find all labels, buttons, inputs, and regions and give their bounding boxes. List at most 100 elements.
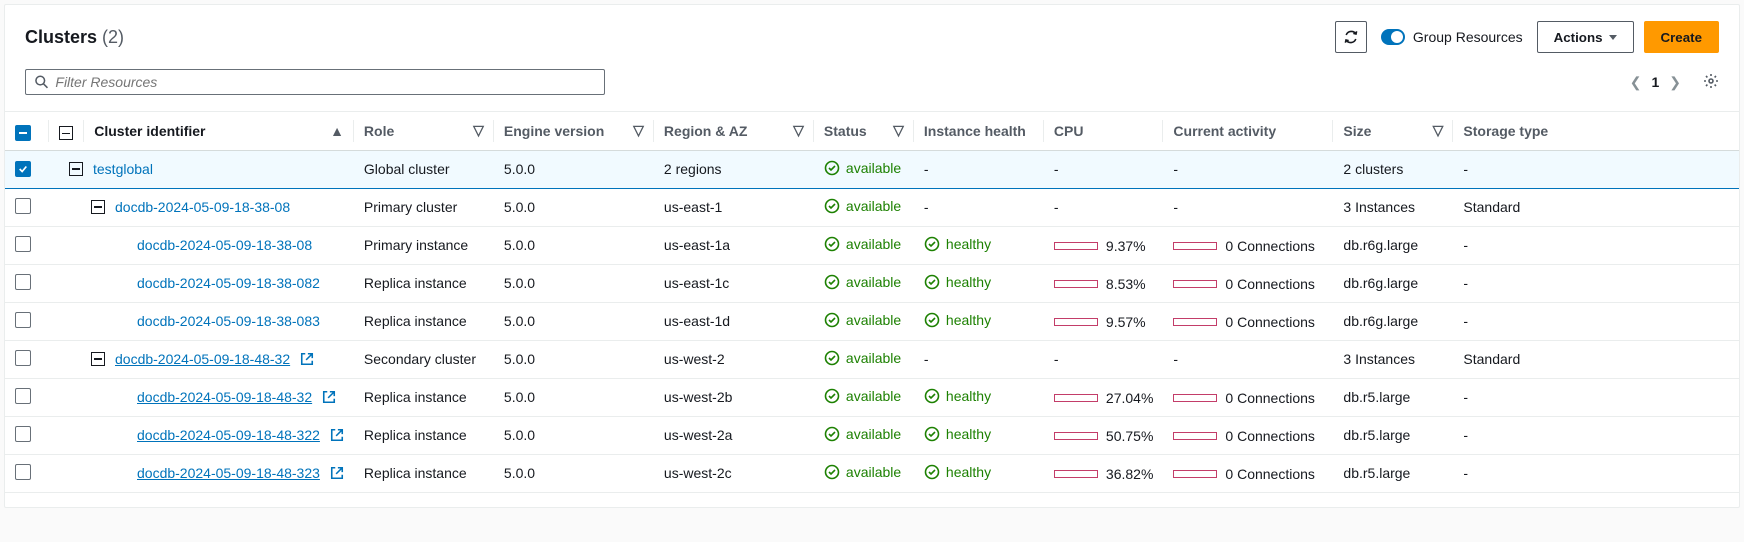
size-cell: 3 Instances — [1333, 188, 1453, 226]
panel-header: Clusters (2) Group Resources Actions Cre… — [5, 5, 1739, 61]
role-cell: Primary cluster — [354, 188, 494, 226]
next-page-button[interactable]: ❯ — [1669, 74, 1681, 91]
status-badge: available — [824, 388, 901, 404]
cluster-link[interactable]: docdb-2024-05-09-18-48-322 — [137, 427, 320, 443]
table-row[interactable]: docdb-2024-05-09-18-48-32 Replica instan… — [5, 378, 1739, 416]
role-cell: Secondary cluster — [354, 340, 494, 378]
cluster-link[interactable]: docdb-2024-05-09-18-48-32 — [137, 389, 312, 405]
health-cell: - — [914, 150, 1044, 188]
row-checkbox[interactable] — [15, 198, 31, 214]
cpu-cell: 9.37% — [1044, 226, 1163, 264]
cluster-link[interactable]: docdb-2024-05-09-18-38-083 — [137, 313, 320, 329]
horizontal-scrollbar[interactable] — [5, 493, 1739, 507]
cluster-link[interactable]: docdb-2024-05-09-18-48-323 — [137, 465, 320, 481]
table-row[interactable]: docdb-2024-05-09-18-38-08 Primary cluster… — [5, 188, 1739, 226]
create-button[interactable]: Create — [1644, 21, 1720, 53]
table-row[interactable]: docdb-2024-05-09-18-38-083Replica instan… — [5, 302, 1739, 340]
col-role[interactable]: Role — [364, 123, 394, 139]
clusters-table: Cluster identifier▲ Role▽ Engine version… — [5, 112, 1739, 493]
table-row[interactable]: docdb-2024-05-09-18-38-08Primary instanc… — [5, 226, 1739, 264]
region-cell: 2 regions — [654, 150, 814, 188]
row-checkbox[interactable] — [15, 274, 31, 290]
row-checkbox[interactable] — [15, 350, 31, 366]
size-cell: db.r5.large — [1333, 378, 1453, 416]
activity-meter: 0 Connections — [1173, 276, 1315, 292]
expand-toggle[interactable] — [91, 352, 105, 366]
search-input[interactable] — [55, 74, 596, 90]
sort-icon: ▽ — [793, 122, 804, 139]
activity-meter: 0 Connections — [1173, 238, 1315, 254]
cpu-meter: 9.37% — [1054, 238, 1146, 254]
col-size[interactable]: Size — [1343, 123, 1371, 139]
cluster-link[interactable]: docdb-2024-05-09-18-38-08 — [115, 199, 290, 215]
cluster-link[interactable]: docdb-2024-05-09-18-48-32 — [115, 351, 290, 367]
table-row[interactable]: testglobalGlobal cluster5.0.02 regionsav… — [5, 150, 1739, 188]
region-cell: us-east-1c — [654, 264, 814, 302]
col-cpu[interactable]: CPU — [1054, 123, 1084, 139]
search-icon — [34, 74, 49, 90]
activity-cell: 0 Connections — [1163, 378, 1333, 416]
table-row[interactable]: docdb-2024-05-09-18-38-082 Replica instan… — [5, 264, 1739, 302]
role-cell: Replica instance — [354, 264, 494, 302]
title-text: Clusters — [25, 27, 97, 47]
size-cell: db.r6g.large — [1333, 226, 1453, 264]
cluster-link[interactable]: docdb-2024-05-09-18-38-082 — [137, 275, 320, 291]
health-badge: healthy — [924, 464, 991, 480]
expand-all[interactable] — [59, 126, 73, 140]
role-cell: Replica instance — [354, 378, 494, 416]
clusters-panel: Clusters (2) Group Resources Actions Cre… — [4, 4, 1740, 508]
storage-cell: - — [1453, 150, 1739, 188]
settings-button[interactable] — [1703, 73, 1719, 92]
role-cell: Replica instance — [354, 454, 494, 492]
expand-toggle[interactable] — [91, 200, 105, 214]
col-region[interactable]: Region & AZ — [664, 123, 747, 139]
status-badge: available — [824, 350, 901, 366]
storage-cell: - — [1453, 454, 1739, 492]
title-count: (2) — [102, 27, 124, 47]
col-status[interactable]: Status — [824, 123, 867, 139]
health-cell: - — [914, 188, 1044, 226]
activity-meter: 0 Connections — [1173, 466, 1315, 482]
engine-cell: 5.0.0 — [494, 454, 654, 492]
status-badge: available — [824, 236, 901, 252]
row-checkbox[interactable] — [15, 236, 31, 252]
col-health[interactable]: Instance health — [924, 123, 1026, 139]
cpu-cell: 36.82% — [1044, 454, 1163, 492]
status-badge: available — [824, 274, 901, 290]
health-badge: healthy — [924, 312, 991, 328]
col-engine[interactable]: Engine version — [504, 123, 604, 139]
activity-cell: 0 Connections — [1163, 226, 1333, 264]
table-row[interactable]: docdb-2024-05-09-18-48-323 Replica insta… — [5, 454, 1739, 492]
row-checkbox[interactable] — [15, 388, 31, 404]
row-checkbox[interactable] — [15, 426, 31, 442]
cluster-link[interactable]: docdb-2024-05-09-18-38-08 — [137, 237, 312, 253]
activity-cell: - — [1163, 188, 1333, 226]
row-checkbox[interactable] — [15, 161, 31, 177]
size-cell: db.r5.large — [1333, 454, 1453, 492]
cluster-link[interactable]: testglobal — [93, 161, 153, 177]
table-scroll[interactable]: Cluster identifier▲ Role▽ Engine version… — [5, 111, 1739, 493]
storage-cell: - — [1453, 264, 1739, 302]
activity-cell: 0 Connections — [1163, 454, 1333, 492]
row-checkbox[interactable] — [15, 312, 31, 328]
select-all-checkbox[interactable] — [15, 125, 31, 141]
prev-page-button[interactable]: ❮ — [1630, 74, 1642, 91]
gear-icon — [1703, 73, 1719, 89]
status-badge: available — [824, 198, 901, 214]
table-row[interactable]: docdb-2024-05-09-18-48-322 Replica insta… — [5, 416, 1739, 454]
col-identifier[interactable]: Cluster identifier — [94, 123, 205, 139]
col-storage[interactable]: Storage type — [1463, 123, 1548, 139]
row-checkbox[interactable] — [15, 464, 31, 480]
group-resources-toggle[interactable]: Group Resources — [1381, 29, 1523, 45]
expand-toggle[interactable] — [69, 162, 83, 176]
table-row[interactable]: docdb-2024-05-09-18-48-32 Secondary clus… — [5, 340, 1739, 378]
create-label: Create — [1661, 30, 1703, 45]
engine-cell: 5.0.0 — [494, 150, 654, 188]
engine-cell: 5.0.0 — [494, 340, 654, 378]
activity-meter: 0 Connections — [1173, 390, 1315, 406]
col-activity[interactable]: Current activity — [1173, 123, 1276, 139]
health-badge: healthy — [924, 274, 991, 290]
engine-cell: 5.0.0 — [494, 188, 654, 226]
refresh-button[interactable] — [1335, 21, 1367, 53]
actions-button[interactable]: Actions — [1537, 21, 1634, 53]
